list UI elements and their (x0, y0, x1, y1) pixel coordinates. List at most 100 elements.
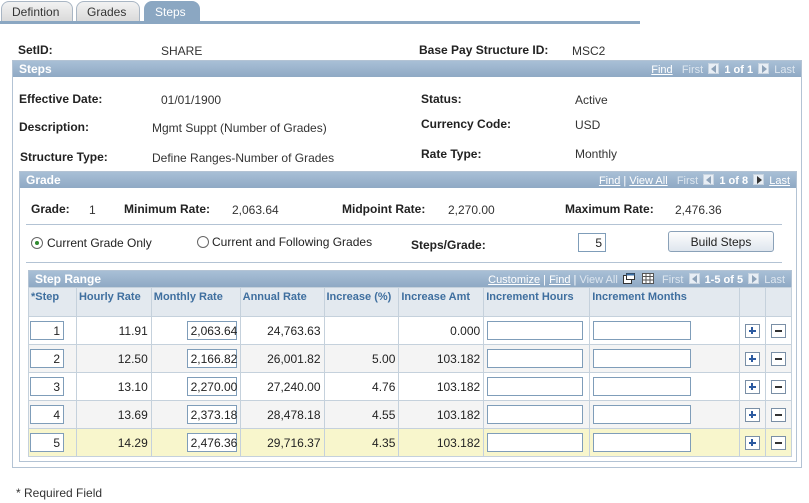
tab-steps[interactable]: Steps (144, 1, 200, 23)
required-field-note: * Required Field (16, 486, 103, 500)
previous-arrow-icon[interactable] (708, 63, 720, 74)
grade-header: Grade Find | View All First 1 of 8 Last (20, 172, 796, 188)
next-arrow-icon[interactable] (748, 273, 760, 284)
tab-definition[interactable]: Defintion (1, 1, 73, 22)
grade-find-link[interactable]: Find (599, 175, 620, 187)
step-input[interactable]: 1 (30, 321, 64, 340)
monthly-rate-input[interactable]: 2,373.18 (186, 405, 237, 424)
step-range-nav-separator: | (543, 274, 547, 286)
increment-hours-input[interactable] (487, 321, 584, 340)
steps-find-link[interactable]: Find (651, 64, 672, 76)
monthly-rate-input[interactable]: 2,476.36 (186, 433, 237, 452)
previous-arrow-icon[interactable] (703, 174, 715, 185)
previous-arrow-icon[interactable] (688, 273, 700, 284)
status-label: Status: (421, 92, 462, 106)
delete-row-icon[interactable] (770, 323, 786, 338)
step-range-find-link[interactable]: Find (549, 274, 570, 286)
delete-row-icon[interactable] (770, 379, 786, 394)
increase-amt-cell: 103.182 (398, 344, 485, 373)
tab-grades[interactable]: Grades (76, 1, 140, 22)
next-arrow-icon[interactable] (753, 174, 765, 185)
step-range-count: 1-5 of 5 (704, 274, 744, 286)
steps-per-grade-input[interactable]: 5 (578, 233, 606, 252)
increase-amt-cell: 103.182 (398, 428, 485, 457)
step-input[interactable]: 3 (30, 377, 64, 396)
delete-row-icon[interactable] (770, 351, 786, 366)
step-range-view-all-label: View All (579, 274, 618, 286)
grade-first-label: First (676, 175, 699, 187)
delete-row-icon[interactable] (770, 407, 786, 422)
increment-months-input[interactable] (593, 349, 692, 368)
grade-last-link[interactable]: Last (769, 175, 790, 187)
step-range-header: Step Range Customize | Find | View All F… (29, 271, 791, 287)
steps-title: Steps (19, 62, 52, 76)
currency-code-label: Currency Code: (421, 117, 512, 131)
status-value: Active (575, 93, 608, 107)
add-row-icon[interactable] (744, 351, 760, 366)
currency-code-value: USD (575, 118, 601, 132)
base-pay-structure-value: MSC2 (572, 44, 606, 58)
setid-value: SHARE (161, 44, 203, 58)
annual-rate-cell: 27,240.00 (239, 372, 325, 401)
download-grid-icon[interactable] (641, 273, 654, 284)
build-steps-button[interactable]: Build Steps (668, 231, 774, 252)
tab-underline (0, 21, 640, 24)
table-row: 1 11.91 2,063.64 24,763.63 0.000 (28, 316, 793, 345)
increment-months-input[interactable] (593, 405, 692, 424)
next-arrow-icon[interactable] (758, 63, 770, 74)
monthly-rate-input[interactable]: 2,270.00 (186, 377, 237, 396)
grade-title: Grade (26, 173, 61, 187)
maximum-rate-label: Maximum Rate: (565, 202, 654, 216)
grade-count: 1 of 8 (719, 175, 749, 187)
minimum-rate-label: Minimum Rate: (124, 202, 211, 216)
grade-separator-bottom (26, 262, 782, 263)
column-header-monthly-rate: Monthly Rate (150, 287, 241, 317)
increment-hours-input[interactable] (487, 405, 584, 424)
add-row-icon[interactable] (744, 379, 760, 394)
monthly-rate-input[interactable]: 2,166.82 (186, 349, 237, 368)
customize-link[interactable]: Customize (488, 274, 540, 286)
rate-type-label: Rate Type: (421, 147, 482, 161)
add-row-icon[interactable] (744, 435, 760, 450)
steps-count: 1 of 1 (724, 64, 754, 76)
effective-date-label: Effective Date: (19, 92, 103, 106)
new-window-icon[interactable] (622, 273, 635, 284)
increment-months-input[interactable] (593, 433, 692, 452)
current-following-grades-radio[interactable] (197, 236, 209, 248)
annual-rate-cell: 28,478.18 (239, 400, 325, 429)
delete-row-icon[interactable] (770, 435, 786, 450)
increment-months-input[interactable] (593, 377, 692, 396)
midpoint-rate-value: 2,270.00 (448, 203, 495, 217)
step-input[interactable]: 5 (30, 433, 64, 452)
increment-hours-input[interactable] (487, 433, 584, 452)
grade-nav: Find | View All First 1 of 8 Last (599, 174, 790, 187)
steps-per-grade-label: Steps/Grade: (411, 238, 486, 252)
increment-hours-input[interactable] (487, 349, 584, 368)
grade-view-all-link[interactable]: View All (629, 175, 667, 187)
increase-amt-cell: 103.182 (398, 372, 485, 401)
column-header-increment-hours: Increment Hours (483, 287, 591, 317)
column-header-step: *Step (28, 287, 77, 317)
current-grade-only-label[interactable]: Current Grade Only (47, 236, 152, 250)
base-pay-structure-label: Base Pay Structure ID: (419, 43, 549, 57)
increase-pct-cell: 4.55 (323, 400, 400, 429)
step-input[interactable]: 2 (30, 349, 64, 368)
current-grade-only-radio[interactable] (31, 237, 43, 249)
grade-nav-separator: | (623, 175, 627, 187)
grade-group: Grade Find | View All First 1 of 8 Last … (19, 171, 797, 462)
add-row-icon[interactable] (744, 407, 760, 422)
increment-months-input[interactable] (593, 321, 692, 340)
current-following-grades-label[interactable]: Current and Following Grades (212, 235, 372, 249)
steps-first-label: First (681, 64, 704, 76)
step-input[interactable]: 4 (30, 405, 64, 424)
monthly-rate-input[interactable]: 2,063.64 (186, 321, 237, 340)
add-row-icon[interactable] (744, 323, 760, 338)
increase-pct-cell: 5.00 (323, 344, 400, 373)
column-header-increase-amt: Increase Amt (398, 287, 485, 317)
description-value: Mgmt Suppt (Number of Grades) (152, 121, 327, 135)
increase-pct-cell: 4.35 (323, 428, 400, 457)
increment-hours-input[interactable] (487, 377, 584, 396)
grade-value: 1 (89, 203, 96, 217)
annual-rate-cell: 26,001.82 (239, 344, 325, 373)
grade-label: Grade: (31, 202, 70, 216)
